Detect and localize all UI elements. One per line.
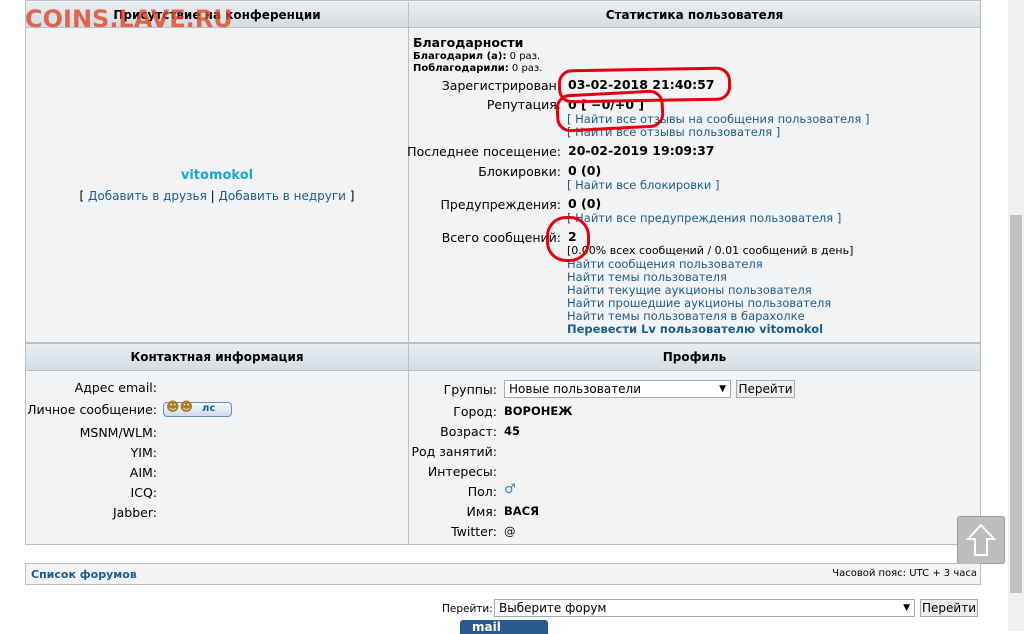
reputation-label: Репутация: (486, 97, 561, 112)
jump-select[interactable]: Выберите форум ▼ (494, 599, 915, 617)
username[interactable]: vitomokol (26, 168, 408, 183)
transfer-lv-link[interactable]: Перевести Lv пользователю vitomokol (567, 322, 823, 336)
arrow-up-icon (965, 523, 997, 556)
age-label: Возраст: (440, 424, 497, 439)
find-posts-link[interactable]: Найти сообщения пользователя (567, 257, 763, 271)
city-label: Город: (453, 404, 497, 419)
chevron-down-icon: ▼ (903, 603, 910, 613)
name-label: Имя: (466, 504, 497, 519)
add-friend-link[interactable]: Добавить в друзья (88, 189, 207, 203)
icq-label: ICQ: (130, 485, 157, 500)
stats-header: Статистика пользователя (409, 2, 980, 28)
watermark: COINS.LAVE.RU (25, 5, 233, 33)
bans-label: Блокировки: (478, 164, 561, 179)
pm-button-label: лс (202, 403, 216, 414)
groups-label: Группы: (443, 382, 497, 397)
timezone: Часовой пояс: UTC + 3 часа (832, 568, 977, 579)
mail-logo[interactable]: mail (460, 620, 548, 634)
jump-go-button[interactable]: Перейти (920, 599, 978, 617)
annotation-reputation (555, 89, 665, 133)
pm-button[interactable]: ☻☻ лс (163, 400, 232, 417)
email-label: Адрес email: (74, 380, 157, 395)
scroll-top-button[interactable] (957, 516, 1005, 564)
thanked-value: 0 раз. (509, 51, 541, 62)
find-flea-topics-link[interactable]: Найти темы пользователя в барахолке (567, 309, 805, 323)
profile-header: Профиль (409, 344, 980, 371)
male-symbol-icon: ♂ (504, 482, 516, 497)
chevron-down-icon: ▼ (719, 384, 726, 394)
contact-header: Контактная информация (26, 344, 408, 371)
posts-detail: [0.00% всех сообщений / 0.01 сообщений в… (567, 244, 854, 257)
users-icon: ☻☻ (166, 400, 194, 415)
got-thanks-value: 0 раз. (511, 63, 543, 74)
pm-label: Личное сообщение: (27, 402, 157, 417)
contact-profile-table (25, 343, 981, 545)
bans-value: 0 (0) (568, 163, 602, 178)
thanked-label: Благодарил (а): (413, 51, 507, 62)
msnm-label: MSNM/WLM: (79, 425, 157, 440)
groups-go-button[interactable]: Перейти (736, 380, 795, 398)
last-visit-label: Последнее посещение: (407, 144, 561, 159)
occupation-label: Род занятий: (411, 444, 497, 459)
gender-label: Пол: (467, 484, 497, 499)
friend-links: [ Добавить в друзья | Добавить в недруги… (79, 189, 355, 203)
thanks-title: Благодарности (413, 35, 524, 50)
interests-label: Интересы: (427, 464, 497, 479)
find-past-auctions-link[interactable]: Найти прошедшие аукционы пользователя (567, 296, 831, 310)
jump-label: Перейти: (442, 603, 493, 615)
groups-select[interactable]: Новые пользователи ▼ (504, 380, 731, 398)
warnings-link[interactable]: [ Найти все предупреждения пользователя … (567, 211, 841, 225)
scrollbar-thumb[interactable] (1010, 215, 1022, 593)
add-enemy-link[interactable]: Добавить в недруги (219, 189, 346, 203)
city-value: ВОРОНЕЖ (504, 404, 573, 418)
jabber-label: Jabber: (112, 505, 157, 520)
age-value: 45 (504, 424, 521, 438)
registered-label: Зарегистрирован: (441, 78, 561, 93)
forum-list-link[interactable]: Список форумов (31, 568, 137, 581)
find-current-auctions-link[interactable]: Найти текущие аукционы пользователя (567, 283, 812, 297)
annotation-posts (546, 216, 590, 262)
twitter-value[interactable]: @ (504, 524, 516, 538)
aim-label: AIM: (129, 465, 157, 480)
last-visit-value: 20-02-2019 19:09:37 (568, 143, 715, 158)
got-thanks-label: Поблагодарили: (413, 63, 509, 74)
yim-label: YIM: (130, 445, 157, 460)
bans-link[interactable]: [ Найти все блокировки ] (567, 178, 720, 192)
find-topics-link[interactable]: Найти темы пользователя (567, 270, 727, 284)
twitter-label: Twitter: (451, 524, 497, 539)
warnings-value: 0 (0) (568, 196, 602, 211)
posts-label: Всего сообщений: (441, 230, 561, 245)
warnings-label: Предупреждения: (440, 197, 561, 212)
name-value: ВАСЯ (504, 504, 539, 518)
